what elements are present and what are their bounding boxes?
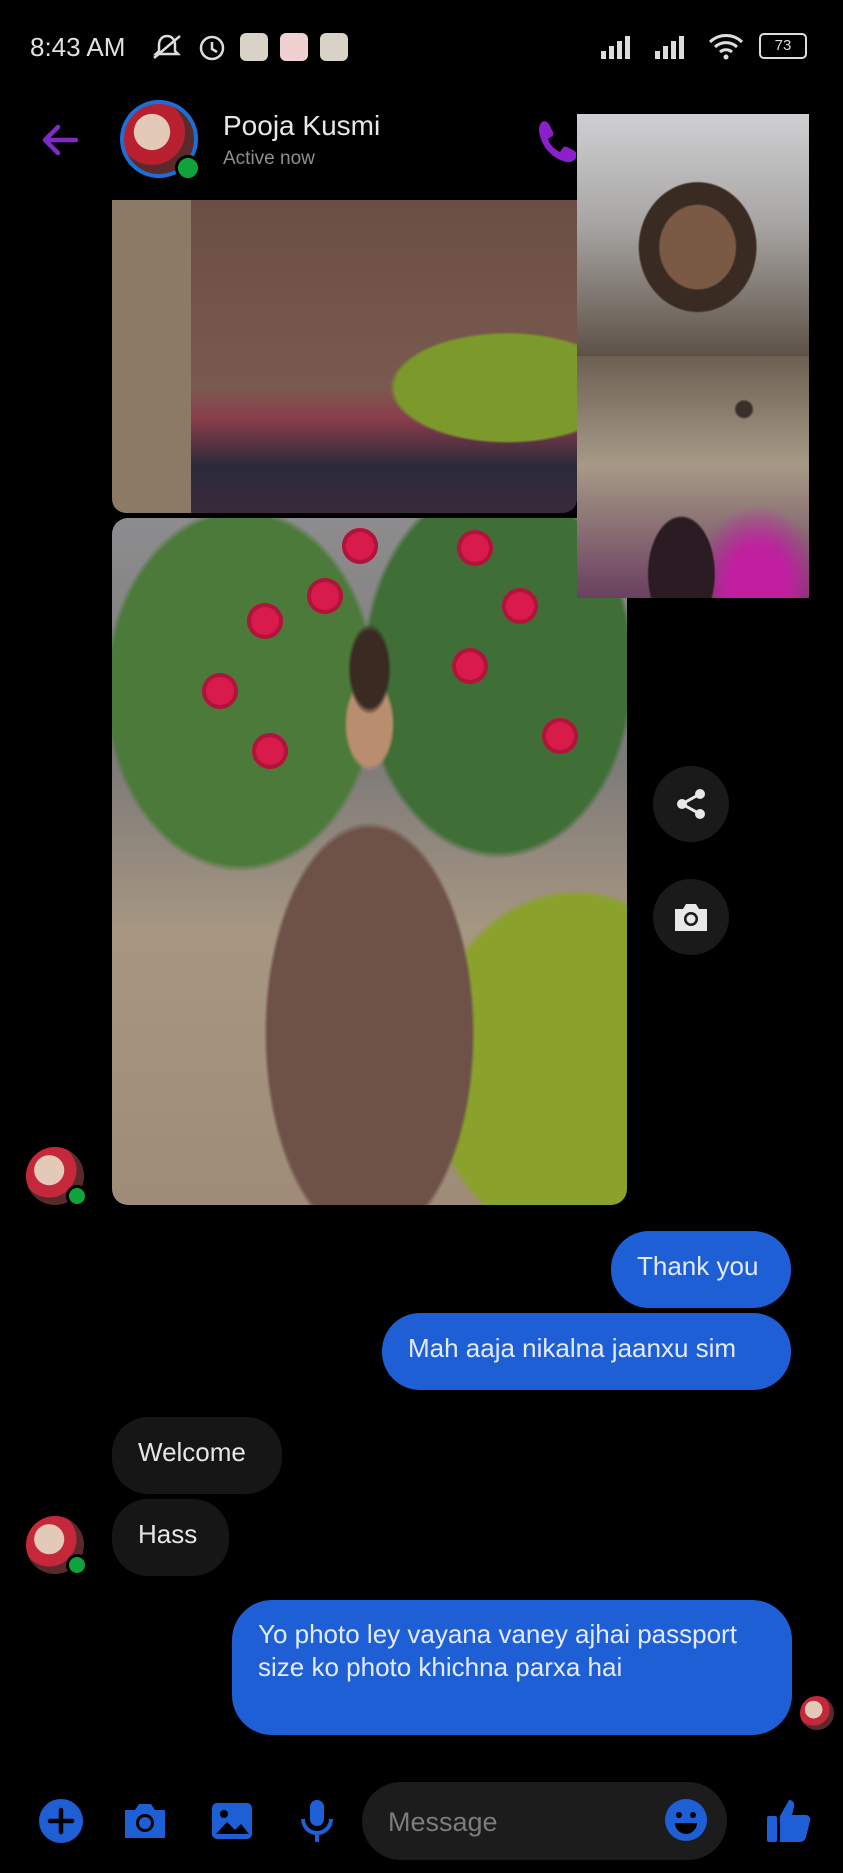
add-icon[interactable]	[36, 1796, 86, 1846]
online-status-dot	[66, 1185, 88, 1207]
back-arrow-icon[interactable]	[36, 116, 84, 164]
contact-name[interactable]: Pooja Kusmi	[223, 110, 380, 142]
like-thumb-icon[interactable]	[763, 1794, 815, 1846]
microphone-icon[interactable]	[292, 1796, 342, 1846]
read-receipt-avatar	[800, 1696, 834, 1730]
alarm-icon	[199, 35, 225, 61]
app-notification-icon	[240, 33, 268, 61]
video-call-remote[interactable]	[577, 114, 809, 356]
photo-message[interactable]	[112, 518, 627, 1205]
emoji-icon[interactable]	[663, 1797, 709, 1843]
app-notification-icon	[280, 33, 308, 61]
signal-icon	[601, 36, 630, 59]
camera-capture-button[interactable]	[653, 879, 729, 955]
contact-status: Active now	[223, 148, 315, 169]
online-status-dot	[175, 155, 201, 181]
camera-icon	[675, 904, 707, 931]
message-bubble-outgoing[interactable]: Yo photo ley vayana vaney ajhai passport…	[232, 1600, 792, 1735]
wifi-icon	[708, 34, 744, 60]
share-icon	[677, 789, 705, 819]
signal-icon	[655, 36, 684, 59]
camera-icon[interactable]	[120, 1796, 170, 1846]
status-right: 73	[599, 32, 807, 60]
message-bubble-incoming[interactable]: Welcome	[112, 1417, 282, 1494]
share-button[interactable]	[653, 766, 729, 842]
message-bubble-incoming[interactable]: Hass	[112, 1499, 229, 1576]
photo-message[interactable]	[112, 200, 577, 513]
message-field[interactable]	[362, 1782, 727, 1862]
message-bubble-outgoing[interactable]: Thank you	[611, 1231, 791, 1308]
message-bubble-outgoing[interactable]: Mah aaja nikalna jaanxu sim	[382, 1313, 791, 1390]
status-time: 8:43 AM	[30, 32, 126, 62]
message-input[interactable]	[386, 1782, 650, 1862]
video-call-self-view[interactable]	[577, 356, 809, 598]
app-notification-icon	[320, 33, 348, 61]
status-icons	[150, 32, 348, 62]
online-status-dot	[66, 1554, 88, 1576]
battery-indicator: 73	[759, 33, 807, 59]
gallery-icon[interactable]	[207, 1796, 257, 1846]
mute-bell-icon	[152, 34, 182, 59]
phone-call-icon[interactable]	[536, 118, 576, 162]
